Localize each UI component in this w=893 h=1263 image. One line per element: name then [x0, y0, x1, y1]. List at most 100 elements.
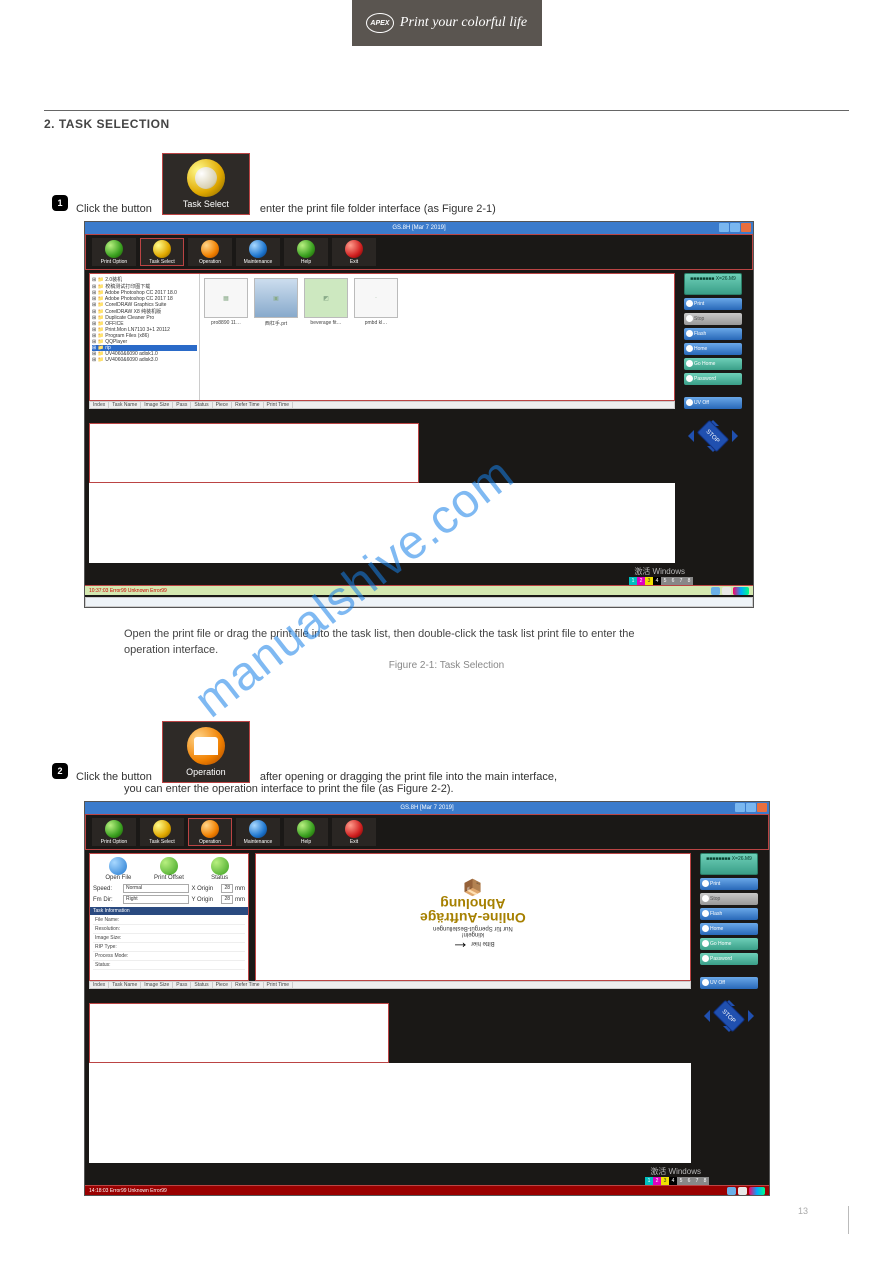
speed-select[interactable]: Normal [123, 884, 189, 893]
task-select-button[interactable]: Task Select [140, 818, 184, 846]
task-select-icon [187, 159, 225, 197]
password-button[interactable]: Password [684, 373, 742, 385]
color-icon[interactable] [733, 587, 749, 595]
titlebar-2: GS.8H [Mar 7 2019] [85, 802, 769, 814]
step-1-post: enter the print file folder interface (a… [260, 203, 496, 215]
password-button[interactable]: Password [700, 953, 758, 965]
brand-logo: APEX [366, 13, 394, 33]
flash-button[interactable]: Flash [700, 908, 758, 920]
task-select-button[interactable]: Task Select [140, 238, 184, 266]
ink-levels-2: 1 2 3 4 5 6 7 8 [85, 1177, 769, 1185]
operation-label: Operation [186, 767, 226, 777]
step-2-num: 2 [52, 763, 68, 779]
step-1-note: Open the print file or drag the print fi… [124, 626, 849, 658]
thumb-item[interactable]: ▦pro8890 11… [204, 278, 248, 396]
step-1: 1 Click the button Task Select enter the… [44, 153, 849, 215]
print-preview: Bitte hier ← klingeln! Nur für Sperrgut-… [255, 853, 691, 981]
step-1-pre: Click the button [76, 203, 152, 215]
status-bar-2: 14:18:03 Error99 Unknown Error99 [85, 1185, 769, 1195]
status-error-2: 14:18:03 Error99 Unknown Error99 [89, 1188, 167, 1194]
status-error: 10:37:03 Error99 Unknown Error99 [89, 588, 167, 594]
task-columns: IndexTask NameImage SizePassStatusPieceR… [89, 401, 675, 409]
figure-1-caption: Figure 2-1: Task Selection [44, 660, 849, 671]
uv-off-button[interactable]: UV Off [684, 397, 742, 409]
file-browser: 2.0装机 校稿测试打印图下载 Adobe Photoshop CC 2017 … [89, 273, 675, 401]
y-origin-input[interactable]: 28 [221, 895, 233, 904]
screenshot-task-select: GS.8H [Mar 7 2019] Print Option Task Sel… [84, 221, 754, 608]
max-button[interactable] [746, 803, 756, 812]
jog-pad[interactable]: STOP [684, 416, 742, 456]
arrow-left-icon[interactable] [682, 430, 694, 442]
print-button[interactable]: Print [700, 878, 758, 890]
arrow-right-icon[interactable] [732, 430, 744, 442]
titlebar: GS.8H [Mar 7 2019] [85, 222, 753, 234]
window-title: GS.8H [Mar 7 2019] [392, 225, 445, 231]
help-button[interactable]: Help [284, 818, 328, 846]
print-offset-icon[interactable] [160, 857, 178, 875]
operation-panel: Open File Print Offset Status Speed:Norm… [89, 853, 249, 981]
status-bar: 10:37:03 Error99 Unknown Error99 [85, 585, 753, 595]
jog-pad-2[interactable]: STOP [700, 996, 758, 1036]
print-option-button[interactable]: Print Option [92, 238, 136, 266]
home-button[interactable]: Home [700, 923, 758, 935]
right-panel-2: ■■■■■■■■ X=26.M9 Print Stop Flash Home G… [697, 853, 761, 1163]
operation-button-example: Operation [162, 721, 250, 783]
activate-windows-2: 激活 Windows [85, 1166, 769, 1177]
brand-bar: APEX Print your colorful life [352, 0, 542, 46]
close-button[interactable] [757, 803, 767, 812]
dir-select[interactable]: Right [123, 895, 189, 904]
task-queue[interactable] [89, 423, 419, 483]
position-display: ■■■■■■■■ X=26.M9 [684, 273, 742, 295]
thumbnails[interactable]: ▦pro8890 11… ▣西杠手.prt ◩beverage fit… ·pm… [200, 274, 674, 400]
operation-button[interactable]: Operation [188, 818, 232, 846]
folder-tree[interactable]: 2.0装机 校稿测试打印图下载 Adobe Photoshop CC 2017 … [90, 274, 200, 400]
status-icon[interactable] [211, 857, 229, 875]
operation-button[interactable]: Operation [188, 238, 232, 266]
jog-stop[interactable]: STOP [697, 420, 730, 453]
tool-icon[interactable] [722, 587, 731, 595]
print-button[interactable]: Print [684, 298, 742, 310]
open-file-icon[interactable] [109, 857, 127, 875]
uv-off-button[interactable]: UV Off [700, 977, 758, 989]
arrow-left-icon[interactable] [698, 1010, 710, 1022]
tool-icon[interactable] [738, 1187, 747, 1195]
help-icon[interactable] [711, 587, 720, 595]
step-2-post1: after opening or dragging the print file… [260, 771, 557, 783]
maintenance-button[interactable]: Maintenance [236, 238, 280, 266]
x-origin-input[interactable]: 28 [221, 884, 233, 893]
close-button[interactable] [741, 223, 751, 232]
print-option-button[interactable]: Print Option [92, 818, 136, 846]
page-number: 13 [44, 1206, 849, 1234]
maintenance-button[interactable]: Maintenance [236, 818, 280, 846]
jog-stop[interactable]: STOP [713, 1000, 746, 1033]
toolbar-2: Print Option Task Select Operation Maint… [85, 814, 769, 850]
stop-button[interactable]: Stop [700, 893, 758, 905]
exit-button[interactable]: Exit [332, 238, 376, 266]
step-2: 2 Click the button Operation after openi… [44, 721, 849, 783]
gohome-button[interactable]: Go Home [684, 358, 742, 370]
flash-button[interactable]: Flash [684, 328, 742, 340]
max-button[interactable] [730, 223, 740, 232]
help-button[interactable]: Help [284, 238, 328, 266]
stop-button[interactable]: Stop [684, 313, 742, 325]
task-queue-2[interactable] [89, 1003, 389, 1063]
task-select-button-example: Task Select [162, 153, 250, 215]
thumb-item[interactable]: ▣西杠手.prt [254, 278, 298, 396]
right-panel: ■■■■■■■■ X=26.M9 Print Stop Flash Home G… [681, 273, 745, 563]
min-button[interactable] [719, 223, 729, 232]
help-icon[interactable] [727, 1187, 736, 1195]
task-select-label: Task Select [183, 199, 229, 209]
home-button[interactable]: Home [684, 343, 742, 355]
exit-button[interactable]: Exit [332, 818, 376, 846]
activate-windows: 激活 Windows [85, 566, 753, 577]
taskbar [85, 597, 753, 607]
thumb-item[interactable]: ·pmbd kl… [354, 278, 398, 396]
gohome-button[interactable]: Go Home [700, 938, 758, 950]
color-icon[interactable] [749, 1187, 765, 1195]
arrow-right-icon[interactable] [748, 1010, 760, 1022]
min-button[interactable] [735, 803, 745, 812]
task-info-header: Task Information [90, 907, 248, 915]
task-columns-2: IndexTask NameImage SizePassStatusPieceR… [89, 981, 691, 989]
thumb-item[interactable]: ◩beverage fit… [304, 278, 348, 396]
ink-levels: 1 2 3 4 5 6 7 8 [85, 577, 753, 585]
